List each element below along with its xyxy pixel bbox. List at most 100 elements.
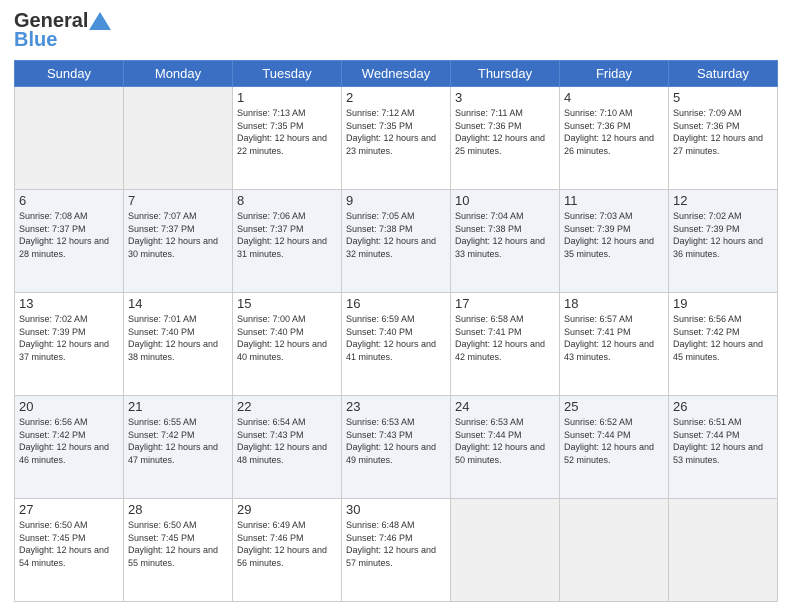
day-info: Sunrise: 6:50 AM Sunset: 7:45 PM Dayligh… — [19, 519, 119, 569]
calendar-cell: 13 Sunrise: 7:02 AM Sunset: 7:39 PM Dayli… — [15, 293, 124, 396]
calendar-cell: 30Sunrise: 6:48 AM Sunset: 7:46 PM Dayli… — [342, 499, 451, 602]
calendar-cell: 16 Sunrise: 6:59 AM Sunset: 7:40 PM Dayli… — [342, 293, 451, 396]
day-info: Sunrise: 7:05 AM Sunset: 7:38 PM Dayligh… — [346, 210, 446, 260]
day-number: 25 — [564, 399, 664, 414]
day-info: Sunrise: 6:59 AM Sunset: 7:40 PM Dayligh… — [346, 313, 446, 363]
calendar-cell: 22 Sunrise: 6:54 AM Sunset: 7:43 PM Dayli… — [233, 396, 342, 499]
calendar-cell: 5 Sunrise: 7:09 AM Sunset: 7:36 PM Daylig… — [669, 87, 778, 190]
day-number: 9 — [346, 193, 446, 208]
day-number: 7 — [128, 193, 228, 208]
day-number: 29 — [237, 502, 337, 517]
calendar-cell: 1 Sunrise: 7:13 AM Sunset: 7:35 PM Daylig… — [233, 87, 342, 190]
day-number: 21 — [128, 399, 228, 414]
day-info: Sunrise: 6:58 AM Sunset: 7:41 PM Dayligh… — [455, 313, 555, 363]
week-row-4: 20Sunrise: 6:56 AM Sunset: 7:42 PM Dayli… — [15, 396, 778, 499]
header: General Blue — [14, 10, 778, 52]
day-info: Sunrise: 6:56 AM Sunset: 7:42 PM Dayligh… — [673, 313, 773, 363]
calendar-cell: 7 Sunrise: 7:07 AM Sunset: 7:37 PM Daylig… — [124, 190, 233, 293]
day-info: Sunrise: 6:54 AM Sunset: 7:43 PM Dayligh… — [237, 416, 337, 466]
week-row-1: 1 Sunrise: 7:13 AM Sunset: 7:35 PM Daylig… — [15, 87, 778, 190]
day-info: Sunrise: 7:08 AM Sunset: 7:37 PM Dayligh… — [19, 210, 119, 260]
day-info: Sunrise: 7:02 AM Sunset: 7:39 PM Dayligh… — [19, 313, 119, 363]
day-number: 22 — [237, 399, 337, 414]
day-info: Sunrise: 7:07 AM Sunset: 7:37 PM Dayligh… — [128, 210, 228, 260]
day-info: Sunrise: 6:53 AM Sunset: 7:43 PM Dayligh… — [346, 416, 446, 466]
weekday-header-monday: Monday — [124, 61, 233, 87]
day-info: Sunrise: 6:53 AM Sunset: 7:44 PM Dayligh… — [455, 416, 555, 466]
calendar-cell — [669, 499, 778, 602]
calendar-cell: 23 Sunrise: 6:53 AM Sunset: 7:43 PM Dayli… — [342, 396, 451, 499]
day-info: Sunrise: 6:56 AM Sunset: 7:42 PM Dayligh… — [19, 416, 119, 466]
calendar-cell: 11 Sunrise: 7:03 AM Sunset: 7:39 PM Dayli… — [560, 190, 669, 293]
day-info: Sunrise: 6:55 AM Sunset: 7:42 PM Dayligh… — [128, 416, 228, 466]
day-info: Sunrise: 7:10 AM Sunset: 7:36 PM Dayligh… — [564, 107, 664, 157]
day-number: 2 — [346, 90, 446, 105]
calendar-cell — [560, 499, 669, 602]
calendar-cell: 10Sunrise: 7:04 AM Sunset: 7:38 PM Dayli… — [451, 190, 560, 293]
day-number: 16 — [346, 296, 446, 311]
calendar-cell: 17 Sunrise: 6:58 AM Sunset: 7:41 PM Dayli… — [451, 293, 560, 396]
calendar-cell: 12 Sunrise: 7:02 AM Sunset: 7:39 PM Dayli… — [669, 190, 778, 293]
calendar-cell: 24 Sunrise: 6:53 AM Sunset: 7:44 PM Dayli… — [451, 396, 560, 499]
day-info: Sunrise: 7:09 AM Sunset: 7:36 PM Dayligh… — [673, 107, 773, 157]
calendar-cell: 27 Sunrise: 6:50 AM Sunset: 7:45 PM Dayli… — [15, 499, 124, 602]
calendar-cell — [124, 87, 233, 190]
day-info: Sunrise: 6:49 AM Sunset: 7:46 PM Dayligh… — [237, 519, 337, 569]
calendar-cell: 9 Sunrise: 7:05 AM Sunset: 7:38 PM Daylig… — [342, 190, 451, 293]
week-row-3: 13 Sunrise: 7:02 AM Sunset: 7:39 PM Dayli… — [15, 293, 778, 396]
day-info: Sunrise: 7:01 AM Sunset: 7:40 PM Dayligh… — [128, 313, 228, 363]
day-number: 24 — [455, 399, 555, 414]
day-number: 14 — [128, 296, 228, 311]
calendar-cell: 20Sunrise: 6:56 AM Sunset: 7:42 PM Dayli… — [15, 396, 124, 499]
logo-text: General Blue — [14, 10, 111, 52]
calendar-cell: 14 Sunrise: 7:01 AM Sunset: 7:40 PM Dayli… — [124, 293, 233, 396]
day-number: 30 — [346, 502, 446, 517]
day-number: 12 — [673, 193, 773, 208]
calendar-cell: 21 Sunrise: 6:55 AM Sunset: 7:42 PM Dayli… — [124, 396, 233, 499]
week-row-5: 27 Sunrise: 6:50 AM Sunset: 7:45 PM Dayli… — [15, 499, 778, 602]
weekday-header-saturday: Saturday — [669, 61, 778, 87]
day-number: 6 — [19, 193, 119, 208]
day-number: 11 — [564, 193, 664, 208]
day-number: 19 — [673, 296, 773, 311]
day-number: 13 — [19, 296, 119, 311]
day-info: Sunrise: 6:51 AM Sunset: 7:44 PM Dayligh… — [673, 416, 773, 466]
day-info: Sunrise: 7:11 AM Sunset: 7:36 PM Dayligh… — [455, 107, 555, 157]
day-number: 15 — [237, 296, 337, 311]
calendar-table: SundayMondayTuesdayWednesdayThursdayFrid… — [14, 60, 778, 602]
logo: General Blue — [14, 10, 111, 52]
calendar-cell — [451, 499, 560, 602]
logo-icon — [89, 12, 111, 30]
calendar-cell: 26 Sunrise: 6:51 AM Sunset: 7:44 PM Dayli… — [669, 396, 778, 499]
day-info: Sunrise: 7:06 AM Sunset: 7:37 PM Dayligh… — [237, 210, 337, 260]
day-number: 17 — [455, 296, 555, 311]
day-number: 23 — [346, 399, 446, 414]
weekday-header-thursday: Thursday — [451, 61, 560, 87]
calendar-cell: 15 Sunrise: 7:00 AM Sunset: 7:40 PM Dayli… — [233, 293, 342, 396]
day-info: Sunrise: 7:03 AM Sunset: 7:39 PM Dayligh… — [564, 210, 664, 260]
weekday-header-wednesday: Wednesday — [342, 61, 451, 87]
week-row-2: 6 Sunrise: 7:08 AM Sunset: 7:37 PM Daylig… — [15, 190, 778, 293]
calendar-cell: 25Sunrise: 6:52 AM Sunset: 7:44 PM Dayli… — [560, 396, 669, 499]
day-info: Sunrise: 7:13 AM Sunset: 7:35 PM Dayligh… — [237, 107, 337, 157]
day-info: Sunrise: 6:57 AM Sunset: 7:41 PM Dayligh… — [564, 313, 664, 363]
day-number: 1 — [237, 90, 337, 105]
day-info: Sunrise: 7:04 AM Sunset: 7:38 PM Dayligh… — [455, 210, 555, 260]
day-number: 26 — [673, 399, 773, 414]
day-number: 5 — [673, 90, 773, 105]
calendar-cell: 18Sunrise: 6:57 AM Sunset: 7:41 PM Dayli… — [560, 293, 669, 396]
weekday-header-row: SundayMondayTuesdayWednesdayThursdayFrid… — [15, 61, 778, 87]
day-number: 4 — [564, 90, 664, 105]
weekday-header-tuesday: Tuesday — [233, 61, 342, 87]
calendar-cell: 6 Sunrise: 7:08 AM Sunset: 7:37 PM Daylig… — [15, 190, 124, 293]
calendar-cell: 28Sunrise: 6:50 AM Sunset: 7:45 PM Dayli… — [124, 499, 233, 602]
day-info: Sunrise: 6:50 AM Sunset: 7:45 PM Dayligh… — [128, 519, 228, 569]
calendar-cell — [15, 87, 124, 190]
weekday-header-friday: Friday — [560, 61, 669, 87]
calendar-cell: 3Sunrise: 7:11 AM Sunset: 7:36 PM Daylig… — [451, 87, 560, 190]
day-info: Sunrise: 7:00 AM Sunset: 7:40 PM Dayligh… — [237, 313, 337, 363]
calendar-cell: 4 Sunrise: 7:10 AM Sunset: 7:36 PM Daylig… — [560, 87, 669, 190]
weekday-header-sunday: Sunday — [15, 61, 124, 87]
day-info: Sunrise: 7:02 AM Sunset: 7:39 PM Dayligh… — [673, 210, 773, 260]
day-number: 27 — [19, 502, 119, 517]
